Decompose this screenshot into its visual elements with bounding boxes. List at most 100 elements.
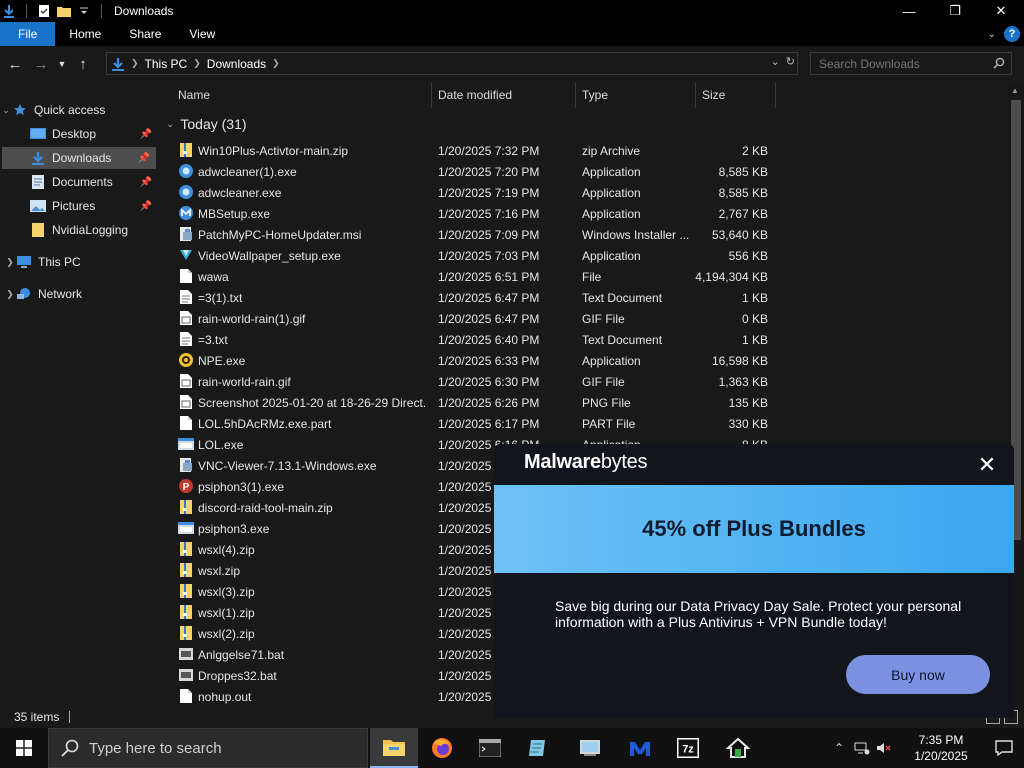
pin-icon[interactable]: 📌: [140, 129, 152, 140]
new-folder-icon[interactable]: [57, 4, 71, 18]
pin-icon[interactable]: 📌: [140, 177, 152, 188]
collapse-chevron-icon[interactable]: ⌄: [166, 119, 174, 130]
breadcrumb-downloads[interactable]: Downloads: [201, 57, 272, 71]
installer-icon: [178, 457, 194, 473]
file-name: wsxl(4).zip: [198, 542, 255, 557]
tab-share[interactable]: Share: [115, 22, 175, 46]
video-wallpaper-icon: [178, 247, 194, 263]
taskbar-terminal[interactable]: [466, 728, 514, 768]
properties-icon[interactable]: [37, 4, 51, 18]
file-row[interactable]: Win10Plus-Activtor-main.zip 1/20/2025 7:3…: [158, 140, 1008, 161]
column-size[interactable]: Size: [696, 82, 776, 108]
zip-archive-icon: [178, 583, 194, 599]
file-name: Droppes32.bat: [198, 668, 277, 683]
file-name: wsxl(3).zip: [198, 584, 255, 599]
column-type[interactable]: Type: [576, 82, 696, 108]
breadcrumb-chevron-icon[interactable]: ❯: [272, 58, 280, 69]
file-row[interactable]: adwcleaner.exe 1/20/2025 7:19 PM Applicati…: [158, 182, 1008, 203]
address-bar[interactable]: ❯ This PC ❯ Downloads ❯ ⌄ ↻: [106, 52, 798, 75]
clock-date: 1/20/2025: [914, 749, 968, 763]
taskbar-7zip[interactable]: 7z: [664, 728, 712, 768]
breadcrumb-chevron-icon[interactable]: ❯: [131, 58, 139, 69]
file-row[interactable]: rain-world-rain(1).gif 1/20/2025 6:47 PM G…: [158, 308, 1008, 329]
nav-this-pc[interactable]: ❯ This PC: [0, 251, 158, 273]
up-arrow-icon[interactable]: ↑: [72, 53, 94, 75]
start-button[interactable]: [0, 728, 48, 768]
nav-quick-access[interactable]: ⌄ Quick access: [0, 99, 158, 121]
buy-now-button[interactable]: Buy now: [846, 655, 990, 694]
pin-icon[interactable]: 📌: [140, 201, 152, 212]
file-row[interactable]: MBSetup.exe 1/20/2025 7:16 PM Application 2…: [158, 203, 1008, 224]
image-file-icon: [178, 394, 194, 410]
nav-item-desktop[interactable]: Desktop 📌: [0, 123, 158, 145]
expand-chevron-icon[interactable]: ❯: [4, 289, 16, 300]
file-row[interactable]: wawa 1/20/2025 6:51 PM File 4,194,304 KB: [158, 266, 1008, 287]
file-row[interactable]: rain-world-rain.gif 1/20/2025 6:30 PM GIF …: [158, 371, 1008, 392]
notebook-icon: [529, 740, 545, 756]
refresh-icon[interactable]: ↻: [786, 55, 795, 68]
notification-center-button[interactable]: [984, 728, 1024, 768]
file-name: rain-world-rain.gif: [198, 374, 291, 389]
tab-home[interactable]: Home: [55, 22, 115, 46]
taskbar-firefox[interactable]: [418, 728, 466, 768]
expand-chevron-icon[interactable]: ❯: [4, 257, 16, 268]
nav-item-pictures[interactable]: Pictures 📌: [0, 195, 158, 217]
expand-chevron-icon[interactable]: ⌄: [0, 105, 12, 116]
home-icon: [726, 737, 750, 758]
pin-icon[interactable]: 📌: [138, 153, 150, 164]
file-size: 1,363 KB: [718, 374, 768, 389]
help-icon[interactable]: ?: [1004, 26, 1020, 42]
file-row[interactable]: adwcleaner(1).exe 1/20/2025 7:20 PM Applic…: [158, 161, 1008, 182]
expand-ribbon-icon[interactable]: ⌄: [988, 29, 996, 40]
tab-file[interactable]: File: [0, 22, 56, 46]
nav-item-nvidialogging[interactable]: NvidiaLogging: [0, 219, 158, 241]
taskbar-notebook-app[interactable]: [514, 728, 562, 768]
file-size: 330 KB: [728, 416, 768, 431]
taskbar-file-explorer[interactable]: [370, 728, 418, 768]
search-icon: [61, 739, 79, 757]
nav-item-downloads[interactable]: Downloads 📌: [2, 147, 156, 169]
forward-arrow-icon[interactable]: →: [30, 53, 52, 75]
recent-locations-icon[interactable]: ▼: [56, 53, 68, 75]
taskbar-malwarebytes[interactable]: [616, 728, 664, 768]
volume-muted-icon[interactable]: [876, 741, 892, 755]
toolbar-separator: [101, 4, 102, 18]
file-row[interactable]: =3.txt 1/20/2025 6:40 PM Text Document 1 KB: [158, 329, 1008, 350]
nav-network[interactable]: ❯ Network: [0, 283, 158, 305]
breadcrumb-chevron-icon[interactable]: ❯: [193, 58, 201, 69]
taskbar-home-app[interactable]: [714, 728, 762, 768]
minimize-button[interactable]: —: [886, 0, 932, 22]
breadcrumb-this-pc[interactable]: This PC: [139, 57, 194, 71]
close-button[interactable]: ✕: [978, 0, 1024, 22]
address-dropdown-icon[interactable]: ⌄: [771, 55, 780, 68]
group-header-today[interactable]: ⌄ Today (31): [166, 116, 247, 132]
file-row[interactable]: Screenshot 2025-01-20 at 18-26-29 Direct…: [158, 392, 1008, 413]
customize-toolbar-icon[interactable]: [77, 4, 91, 18]
logo-alware: alware: [540, 451, 601, 473]
navigation-pane: ⌄ Quick access Desktop 📌 Downloads 📌 Doc…: [0, 82, 158, 706]
back-arrow-icon[interactable]: ←: [4, 53, 26, 75]
taskbar-control-panel[interactable]: [566, 728, 614, 768]
file-row[interactable]: VideoWallpaper_setup.exe 1/20/2025 7:03 P…: [158, 245, 1008, 266]
network-status-icon[interactable]: [854, 741, 870, 755]
file-row[interactable]: LOL.5hDAcRMz.exe.part 1/20/2025 6:17 PM PA…: [158, 413, 1008, 434]
column-date-modified[interactable]: Date modified: [432, 82, 576, 108]
show-hidden-icons-icon[interactable]: ⌃: [834, 741, 844, 755]
zip-archive-icon: [178, 604, 194, 620]
nav-this-pc-label: This PC: [38, 255, 81, 269]
nav-item-documents[interactable]: Documents 📌: [0, 171, 158, 193]
file-row[interactable]: =3(1).txt 1/20/2025 6:47 PM Text Document 1…: [158, 287, 1008, 308]
taskbar-search[interactable]: Type here to search: [48, 728, 368, 768]
popup-close-button[interactable]: ✕: [974, 452, 1000, 478]
column-name[interactable]: Name: [172, 82, 432, 108]
file-row[interactable]: NPE.exe 1/20/2025 6:33 PM Application 16,59…: [158, 350, 1008, 371]
taskbar-clock[interactable]: 7:35 PM 1/20/2025: [898, 732, 984, 764]
tab-view[interactable]: View: [175, 22, 229, 46]
folder-icon: [30, 222, 46, 238]
maximize-button[interactable]: ❐: [932, 0, 978, 22]
scroll-up-icon[interactable]: ▲: [1011, 86, 1019, 95]
search-box[interactable]: [810, 52, 1012, 75]
file-row[interactable]: PatchMyPC-HomeUpdater.msi 1/20/2025 7:09 …: [158, 224, 1008, 245]
search-input[interactable]: [819, 56, 989, 71]
nav-item-label: Downloads: [52, 151, 112, 165]
